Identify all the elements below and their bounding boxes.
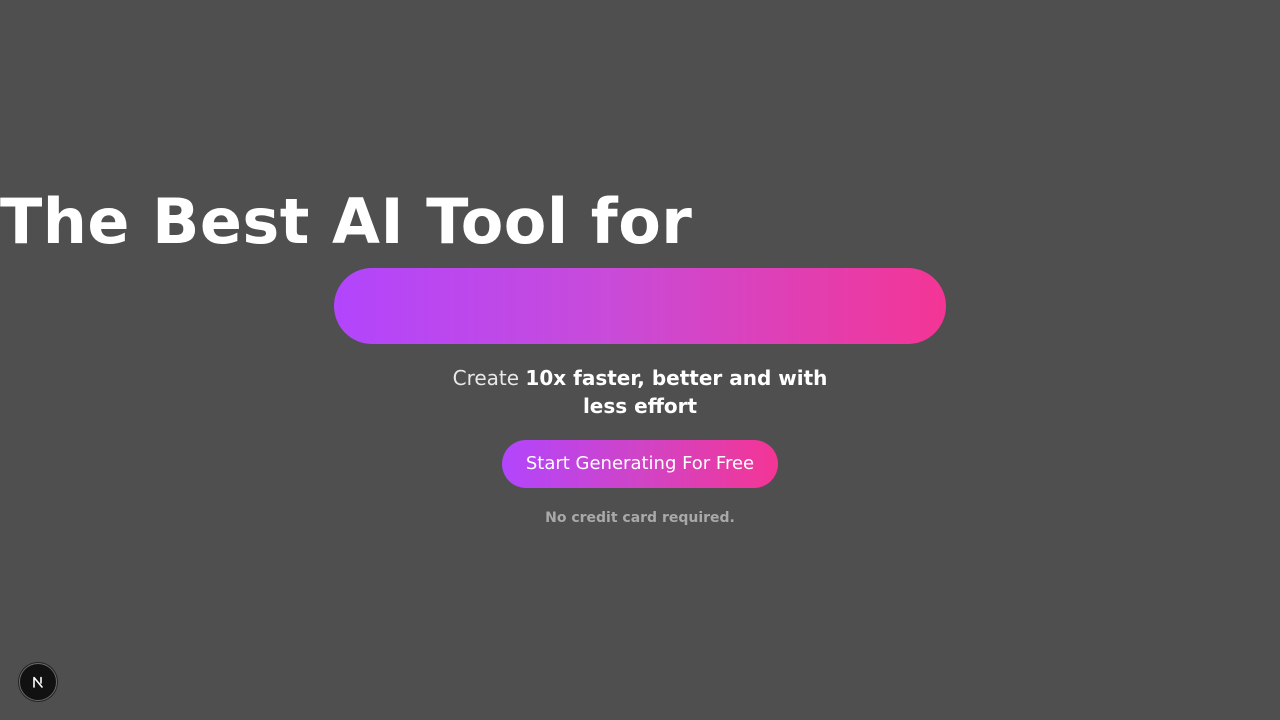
- nextjs-logo-icon: [30, 674, 46, 690]
- start-generating-button[interactable]: Start Generating For Free: [502, 440, 778, 488]
- hero-headline: The Best AI Tool for: [0, 185, 693, 258]
- no-credit-card-note: No credit card required.: [545, 510, 735, 526]
- subhead-emphasis: 10x faster, better and with less effort: [525, 366, 828, 418]
- hero-subhead: Create 10x faster, better and with less …: [440, 364, 840, 420]
- subhead-prefix: Create: [452, 366, 526, 390]
- rotating-word-pill: [334, 268, 946, 344]
- landing-page: The Best AI Tool for Create 10x faster, …: [0, 0, 1280, 720]
- nextjs-dev-indicator-button[interactable]: [19, 663, 57, 701]
